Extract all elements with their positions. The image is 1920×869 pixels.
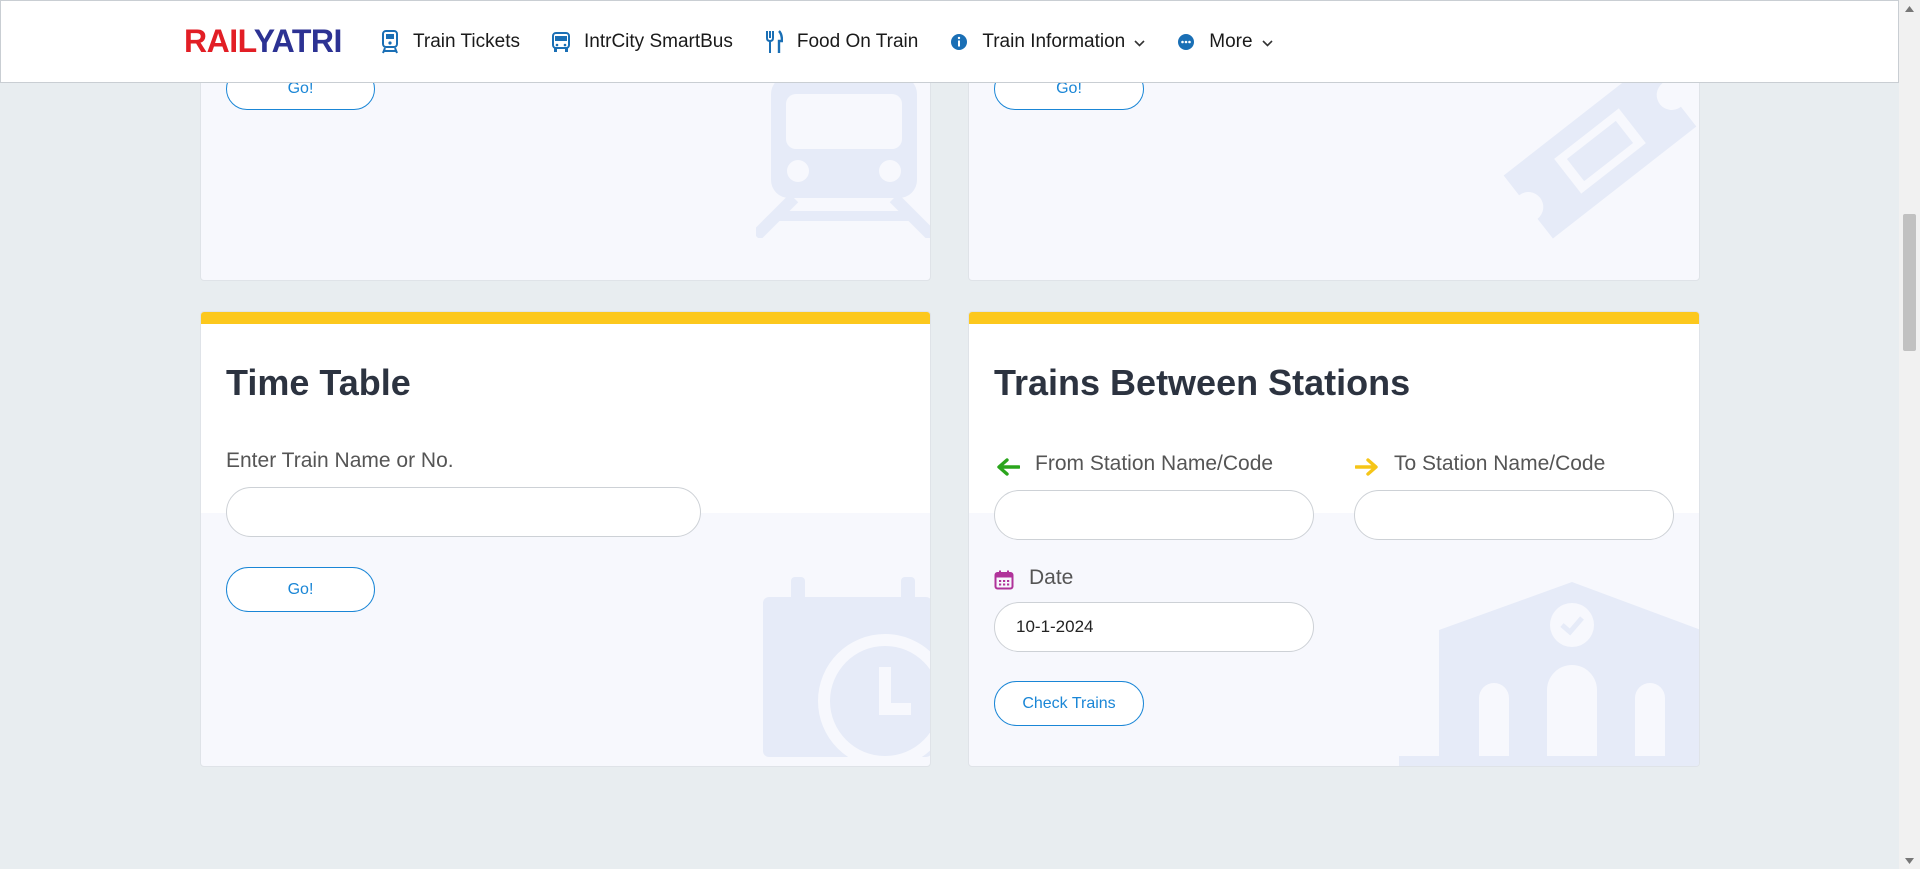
nav-label: Food On Train <box>796 31 919 52</box>
to-station-label: To Station Name/Code <box>1394 452 1606 475</box>
card-accent-bar <box>969 312 1699 324</box>
card-title: Trains Between Stations <box>994 362 1411 403</box>
station-building-illustration-icon <box>1399 582 1699 766</box>
chevron-down-icon <box>1134 31 1145 53</box>
nav-label: IntrCity SmartBus <box>584 31 733 52</box>
from-station-input[interactable] <box>994 490 1314 540</box>
nav-food-on-train[interactable]: Food On Train <box>763 30 918 54</box>
logo-text-yatri: YATRI <box>253 23 343 59</box>
train-name-label: Enter Train Name or No. <box>226 449 454 472</box>
date-label: Date <box>1029 566 1074 589</box>
logo-text-rail: RAIL <box>184 23 254 59</box>
nav-label: More <box>1209 31 1253 52</box>
train-name-input[interactable] <box>226 487 701 537</box>
card-title: Time Table <box>226 362 411 403</box>
calendar-clock-illustration-icon <box>763 577 930 766</box>
date-input[interactable]: 10-1-2024 <box>994 602 1314 652</box>
check-trains-button-label: Check Trains <box>1022 694 1116 712</box>
nav-train-information[interactable]: Train Information <box>948 30 1145 54</box>
nav-label: Train Tickets <box>413 31 520 52</box>
nav-label: Train Information <box>982 31 1126 52</box>
top-navbar: RAILYATRI Train Tickets IntrCity SmartBu… <box>0 0 1899 83</box>
nav-more[interactable]: More <box>1175 30 1273 54</box>
calendar-icon <box>994 570 1014 590</box>
card-time-table: Time Table Enter Train Name or No. Go! <box>200 311 931 767</box>
from-station-label: From Station Name/Code <box>1035 452 1274 475</box>
main-nav: Train Tickets IntrCity SmartBus Food On … <box>379 27 1303 57</box>
vertical-scrollbar[interactable] <box>1899 0 1920 869</box>
scroll-up-arrow-icon[interactable] <box>1904 3 1915 14</box>
info-icon <box>948 30 970 54</box>
railyatri-logo[interactable]: RAILYATRI <box>184 23 342 59</box>
scroll-down-arrow-icon[interactable] <box>1904 855 1915 866</box>
go-button[interactable]: Go! <box>226 567 375 612</box>
train-illustration-icon <box>756 76 930 238</box>
arrow-right-icon <box>1355 458 1378 476</box>
card-header-area <box>201 312 930 513</box>
train-icon <box>379 30 401 54</box>
card-accent-bar <box>201 312 930 324</box>
ticket-illustration-icon <box>1503 63 1697 239</box>
nav-intrcity-smartbus[interactable]: IntrCity SmartBus <box>550 30 733 54</box>
card-trains-between-stations: Trains Between Stations From Station Nam… <box>968 311 1700 767</box>
scrollbar-thumb[interactable] <box>1903 214 1916 351</box>
arrow-left-icon <box>997 458 1020 476</box>
nav-train-tickets[interactable]: Train Tickets <box>379 30 520 54</box>
date-input-value: 10-1-2024 <box>1016 617 1094 636</box>
more-dots-icon <box>1175 30 1197 54</box>
card-header-area <box>969 312 1699 513</box>
bus-icon <box>550 30 572 54</box>
to-station-input[interactable] <box>1354 490 1674 540</box>
go-button-label: Go! <box>287 580 314 598</box>
check-trains-button[interactable]: Check Trains <box>994 681 1144 726</box>
chevron-down-icon <box>1261 31 1273 53</box>
fork-knife-icon <box>763 30 785 54</box>
